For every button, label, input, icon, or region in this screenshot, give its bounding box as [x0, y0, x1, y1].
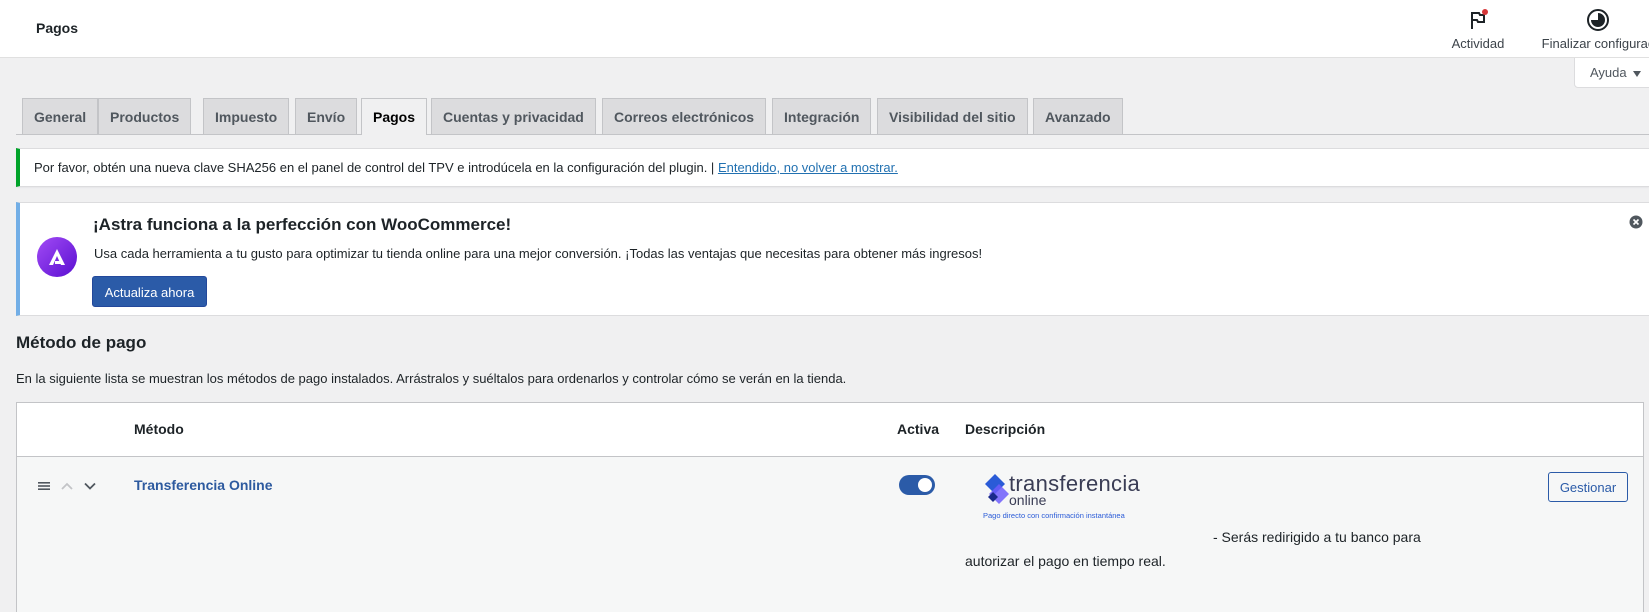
drag-handle-icon[interactable]: [37, 479, 51, 493]
payment-methods-table: Método Activa Descripción Transferencia …: [16, 402, 1644, 612]
diamond-logo-icon: [985, 474, 1009, 504]
section-description: En la siguiente lista se muestran los mé…: [16, 371, 847, 386]
tab-correos[interactable]: Correos electrónicos: [602, 98, 767, 134]
tab-avanzado[interactable]: Avanzado: [1033, 98, 1123, 134]
tab-cuentas-privacidad[interactable]: Cuentas y privacidad: [431, 98, 596, 134]
column-active: Activa: [897, 421, 940, 437]
finish-setup-button[interactable]: Finalizar configurac: [1528, 8, 1649, 51]
chevron-up-icon[interactable]: [60, 479, 74, 493]
caret-down-icon: [1632, 70, 1641, 77]
tab-visibilidad[interactable]: Visibilidad del sitio: [877, 98, 1028, 134]
astra-title: ¡Astra funciona a la perfección con WooC…: [93, 215, 512, 234]
progress-circle-icon: [1587, 9, 1609, 31]
tab-productos[interactable]: Productos: [98, 98, 192, 134]
section-title: Método de pago: [16, 333, 147, 352]
astra-description: Usa cada herramienta a tu gusto para opt…: [94, 246, 983, 261]
logo-tagline: Pago directo con confirmación instantáne…: [983, 511, 1125, 520]
notice-text: Por favor, obtén una nueva clave SHA256 …: [34, 160, 715, 175]
astra-logo-icon: [37, 237, 77, 277]
tab-pagos[interactable]: Pagos: [361, 98, 428, 135]
table-row: Transferencia Online transferencia onlin…: [17, 457, 1643, 612]
tab-integracion[interactable]: Integración: [772, 98, 872, 134]
method-description: - Serás redirigido a tu banco para autor…: [965, 525, 1435, 573]
help-label: Ayuda: [1590, 65, 1627, 80]
toggle-knob: [918, 478, 932, 492]
logo-text-secondary: online: [1009, 492, 1047, 508]
dismiss-notice-link[interactable]: Entendido, no volver a mostrar.: [718, 160, 898, 175]
chevron-down-icon[interactable]: [83, 479, 97, 493]
update-now-button[interactable]: Actualiza ahora: [92, 276, 207, 307]
sha256-notice: Por favor, obtén una nueva clave SHA256 …: [16, 148, 1649, 187]
tab-envio[interactable]: Envío: [295, 98, 358, 134]
tab-general[interactable]: General: [22, 98, 99, 134]
column-description: Descripción: [965, 421, 1046, 437]
top-bar: Pagos Actividad Finalizar configurac: [0, 0, 1649, 58]
close-icon[interactable]: [1629, 215, 1643, 229]
method-name-link[interactable]: Transferencia Online: [134, 477, 273, 493]
help-button[interactable]: Ayuda: [1574, 58, 1649, 88]
tab-impuesto[interactable]: Impuesto: [203, 98, 290, 134]
page-title: Pagos: [36, 20, 79, 36]
settings-tabs: General Productos Impuesto Envío Pagos C…: [16, 98, 1649, 135]
astra-banner: ¡Astra funciona a la perfección con WooC…: [16, 202, 1649, 316]
table-header: Método Activa Descripción: [17, 403, 1643, 457]
activity-button[interactable]: Actividad: [1446, 8, 1510, 51]
finish-setup-label: Finalizar configurac: [1541, 36, 1649, 51]
activity-label: Actividad: [1451, 36, 1505, 51]
flag-icon: [1471, 9, 1488, 29]
method-description-text: - Serás redirigido a tu banco para autor…: [965, 529, 1421, 569]
column-method: Método: [134, 421, 184, 437]
enabled-toggle[interactable]: [899, 475, 935, 495]
transferencia-online-logo: transferencia online Pago directo con co…: [979, 471, 1149, 521]
manage-button[interactable]: Gestionar: [1548, 472, 1628, 502]
